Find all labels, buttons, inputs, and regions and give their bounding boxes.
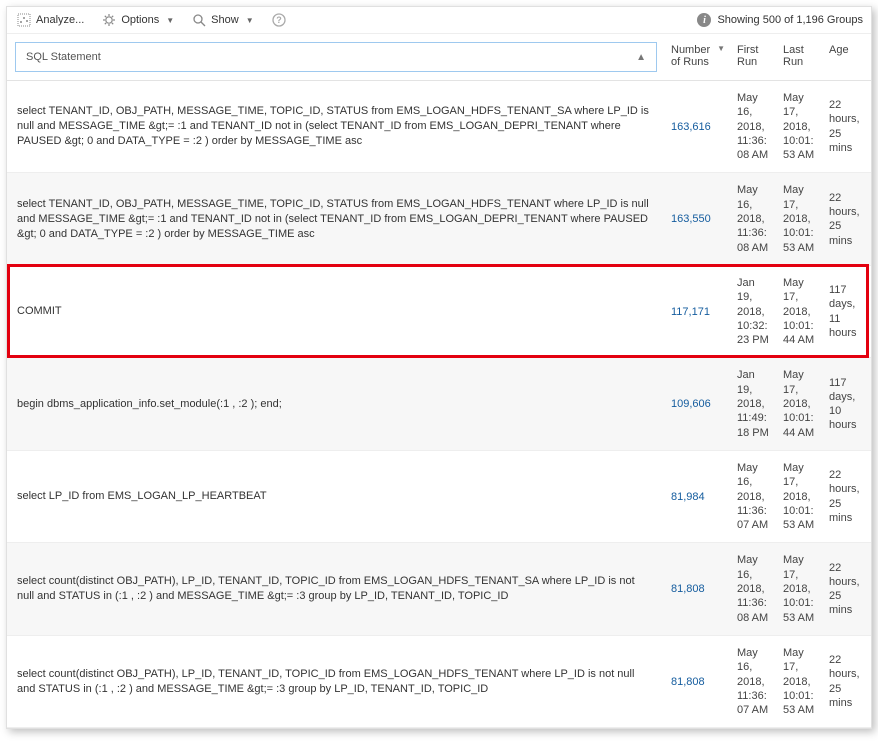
table-row[interactable]: select count(distinct OBJ_PATH), LP_ID, …: [7, 543, 871, 635]
scatter-icon: [17, 13, 31, 27]
chevron-down-icon: ▼: [166, 16, 174, 25]
column-sql-label: SQL Statement: [26, 51, 101, 63]
chevron-down-icon: ▼: [246, 16, 254, 25]
cell-sql: select count(distinct OBJ_PATH), LP_ID, …: [7, 636, 665, 727]
cell-first-run: May 16, 2018, 11:36:08 AM: [731, 81, 777, 172]
cell-runs[interactable]: 117,171: [665, 266, 731, 357]
cell-sql: select TENANT_ID, OBJ_PATH, MESSAGE_TIME…: [7, 81, 665, 172]
panel: Analyze... Options ▼ Show ▼ ? i Showing …: [6, 6, 872, 729]
magnifier-icon: [192, 13, 206, 27]
cell-age: 117 days, 11 hours: [823, 266, 871, 357]
cell-last-run: May 17, 2018, 10:01:53 AM: [777, 173, 823, 264]
table-row[interactable]: select TENANT_ID, OBJ_PATH, MESSAGE_TIME…: [7, 173, 871, 265]
cell-first-run: May 16, 2018, 11:36:07 AM: [731, 636, 777, 727]
svg-text:?: ?: [276, 15, 282, 25]
table-row[interactable]: COMMIT117,171Jan 19, 2018, 10:32:23 PMMa…: [7, 266, 871, 358]
cell-age: 22 hours, 25 mins: [823, 81, 871, 172]
summary-text: Showing 500 of 1,196 Groups: [717, 14, 863, 26]
summary: i Showing 500 of 1,196 Groups: [697, 13, 863, 27]
info-icon: i: [697, 13, 711, 27]
cell-first-run: Jan 19, 2018, 11:49:18 PM: [731, 358, 777, 449]
cell-first-run: May 16, 2018, 11:36:08 AM: [731, 543, 777, 634]
cell-runs[interactable]: 81,808: [665, 636, 731, 727]
column-runs-label: Number of Runs: [671, 44, 715, 68]
cell-sql: select TENANT_ID, OBJ_PATH, MESSAGE_TIME…: [7, 173, 665, 264]
cell-last-run: May 17, 2018, 10:01:53 AM: [777, 451, 823, 542]
cell-age: 22 hours, 25 mins: [823, 173, 871, 264]
cell-age: 117 days, 10 hours: [823, 358, 871, 449]
cell-runs[interactable]: 81,808: [665, 543, 731, 634]
column-header-first[interactable]: First Run: [731, 34, 777, 80]
analyze-button[interactable]: Analyze...: [15, 11, 86, 29]
grid-body: select TENANT_ID, OBJ_PATH, MESSAGE_TIME…: [7, 81, 871, 728]
table-row[interactable]: select LP_ID from EMS_LOGAN_LP_HEARTBEAT…: [7, 451, 871, 543]
column-last-label: Last Run: [783, 44, 817, 68]
cell-runs[interactable]: 163,550: [665, 173, 731, 264]
help-icon: ?: [272, 13, 286, 27]
table-row[interactable]: begin dbms_application_info.set_module(:…: [7, 358, 871, 450]
column-header-age[interactable]: Age: [823, 34, 871, 80]
cell-last-run: May 17, 2018, 10:01:44 AM: [777, 266, 823, 357]
cell-runs[interactable]: 81,984: [665, 451, 731, 542]
column-header-last[interactable]: Last Run: [777, 34, 823, 80]
cell-age: 22 hours, 25 mins: [823, 543, 871, 634]
cell-last-run: May 17, 2018, 10:01:44 AM: [777, 358, 823, 449]
cell-first-run: May 16, 2018, 11:36:08 AM: [731, 173, 777, 264]
show-label: Show: [211, 14, 239, 26]
gear-icon: [102, 13, 116, 27]
cell-sql: select LP_ID from EMS_LOGAN_LP_HEARTBEAT: [7, 451, 665, 542]
cell-last-run: May 17, 2018, 10:01:53 AM: [777, 636, 823, 727]
show-button[interactable]: Show ▼: [190, 11, 255, 29]
cell-last-run: May 17, 2018, 10:01:53 AM: [777, 543, 823, 634]
table-row[interactable]: select TENANT_ID, OBJ_PATH, MESSAGE_TIME…: [7, 81, 871, 173]
toolbar: Analyze... Options ▼ Show ▼ ? i Showing …: [7, 7, 871, 34]
cell-sql: COMMIT: [7, 266, 665, 357]
column-header-runs[interactable]: Number of Runs▼: [665, 34, 731, 80]
grid-header: SQL Statement ▲ Number of Runs▼ First Ru…: [7, 34, 871, 81]
cell-sql: select count(distinct OBJ_PATH), LP_ID, …: [7, 543, 665, 634]
cell-first-run: Jan 19, 2018, 10:32:23 PM: [731, 266, 777, 357]
table-row[interactable]: select count(distinct OBJ_PATH), LP_ID, …: [7, 636, 871, 728]
column-first-label: First Run: [737, 44, 771, 68]
cell-runs[interactable]: 109,606: [665, 358, 731, 449]
grid: SQL Statement ▲ Number of Runs▼ First Ru…: [7, 34, 871, 728]
cell-runs[interactable]: 163,616: [665, 81, 731, 172]
cell-age: 22 hours, 25 mins: [823, 636, 871, 727]
options-label: Options: [121, 14, 159, 26]
cell-last-run: May 17, 2018, 10:01:53 AM: [777, 81, 823, 172]
cell-sql: begin dbms_application_info.set_module(:…: [7, 358, 665, 449]
sort-desc-icon: ▼: [717, 44, 725, 53]
cell-first-run: May 16, 2018, 11:36:07 AM: [731, 451, 777, 542]
column-age-label: Age: [829, 44, 849, 56]
cell-age: 22 hours, 25 mins: [823, 451, 871, 542]
help-button[interactable]: ?: [270, 11, 288, 29]
options-button[interactable]: Options ▼: [100, 11, 176, 29]
analyze-label: Analyze...: [36, 14, 84, 26]
sort-asc-icon: ▲: [636, 52, 646, 63]
column-header-sql[interactable]: SQL Statement ▲: [15, 42, 657, 72]
